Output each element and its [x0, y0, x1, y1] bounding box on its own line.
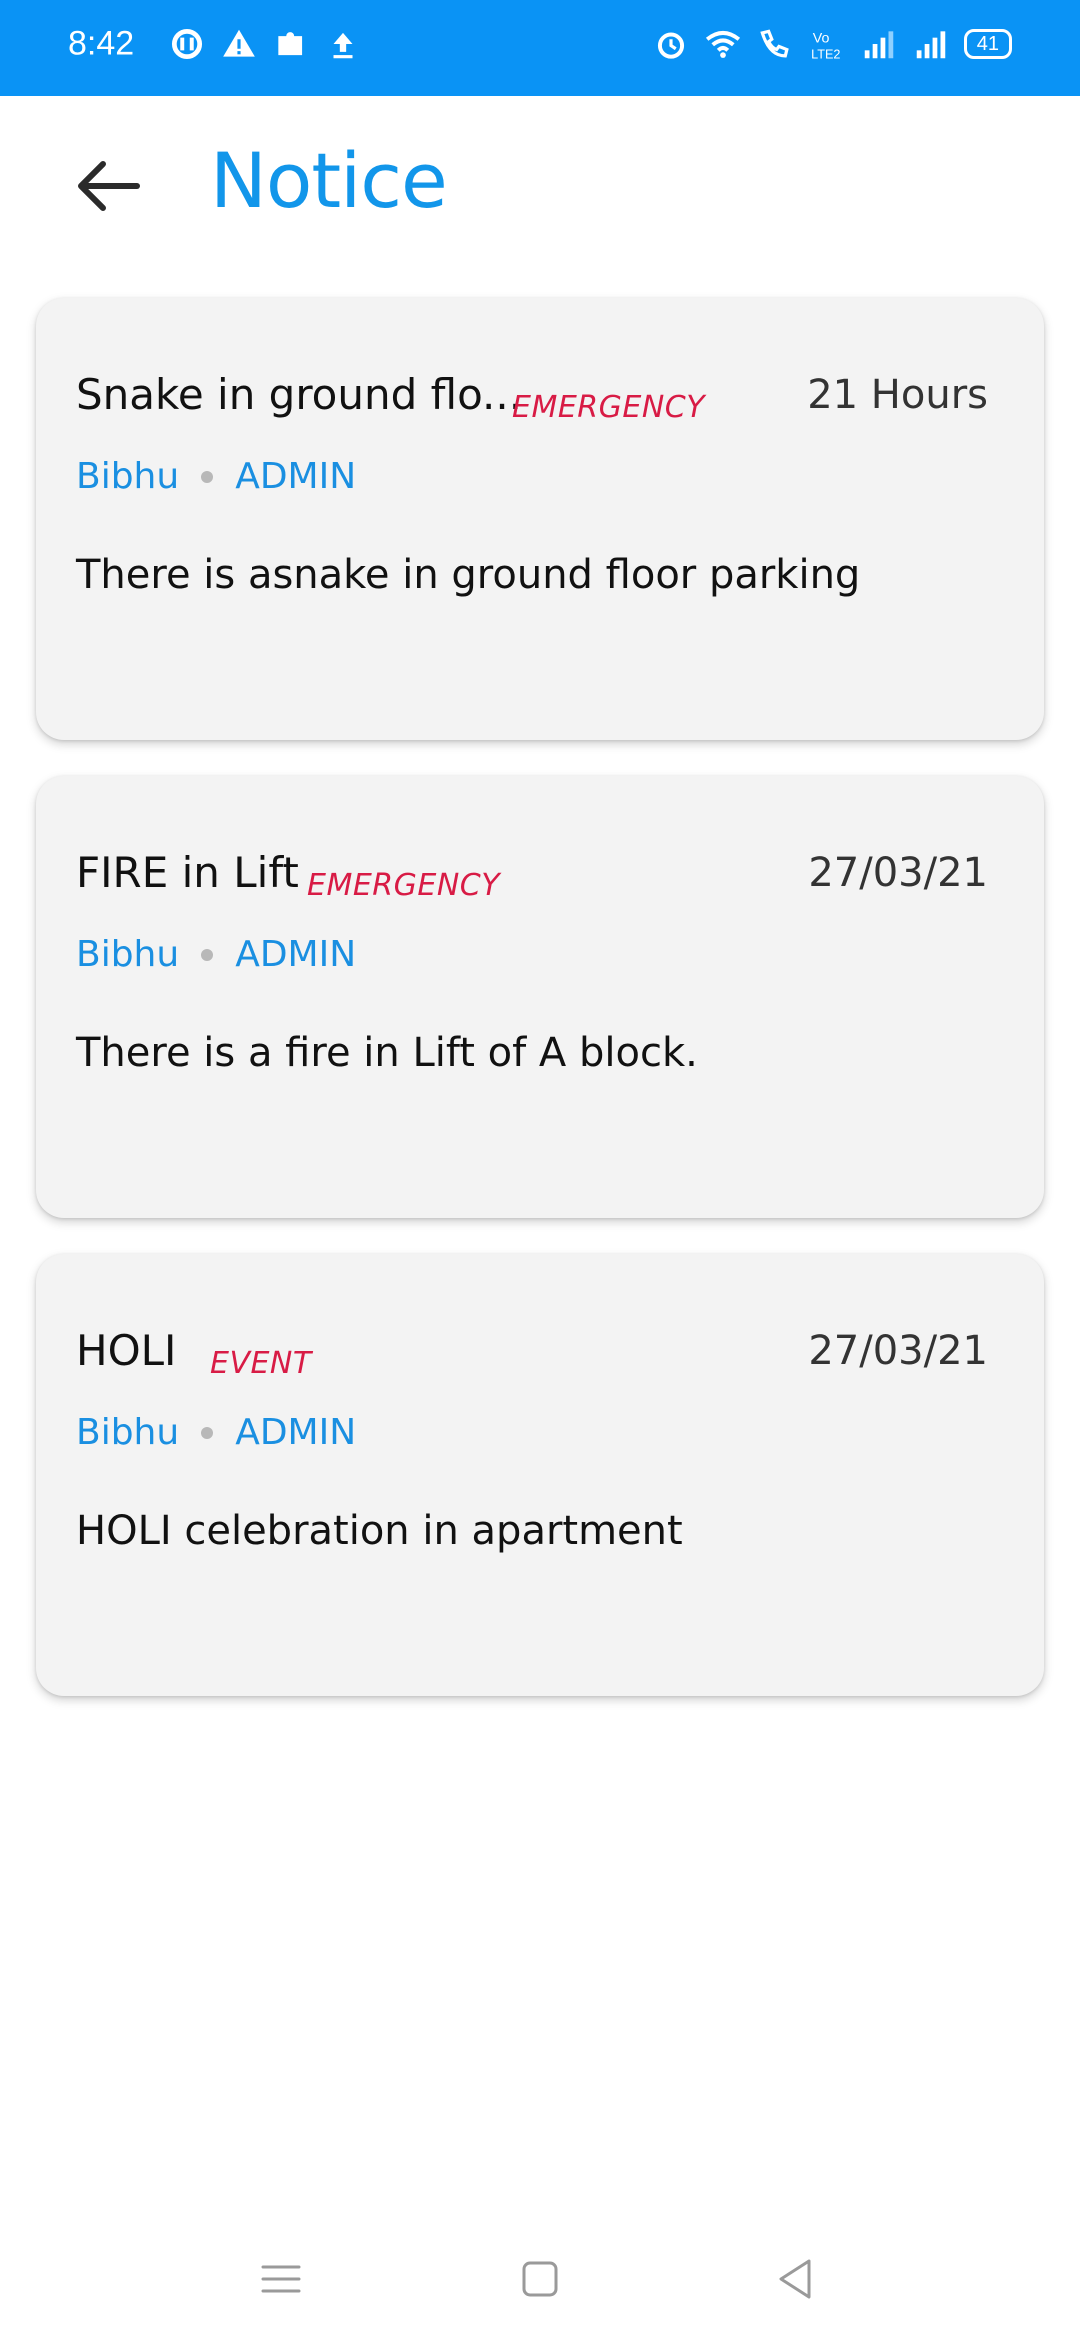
triangle-back-icon — [779, 2259, 811, 2299]
notice-meta: Bibhu ADMIN — [76, 1412, 356, 1453]
notice-title: FIRE in Lift — [76, 848, 299, 897]
notice-card[interactable]: Snake in ground flo... EMERGENCY 21 Hour… — [36, 298, 1044, 740]
menu-button[interactable] — [246, 2244, 316, 2314]
separator-dot — [201, 1426, 214, 1439]
notice-author: Bibhu — [76, 456, 180, 497]
home-button[interactable] — [505, 2244, 575, 2314]
back-button[interactable] — [68, 146, 148, 226]
signal-icon — [916, 31, 945, 59]
notice-time: 21 Hours — [807, 372, 988, 418]
app-bar: Notice — [0, 96, 1080, 266]
warning-icon — [223, 29, 255, 57]
sync-icon — [171, 28, 203, 60]
status-icons-right: Vo LTE2 41 — [652, 25, 1012, 63]
notice-list: Snake in ground flo... EMERGENCY 21 Hour… — [36, 298, 1044, 1732]
system-nav-bar — [0, 2220, 1080, 2340]
notice-body: HOLI celebration in apartment — [76, 1508, 683, 1554]
svg-text:LTE2: LTE2 — [811, 47, 840, 61]
page-title: Notice — [210, 136, 448, 225]
svg-text:Vo: Vo — [813, 30, 830, 46]
wifi-icon — [705, 30, 740, 58]
notice-time: 27/03/21 — [808, 850, 988, 896]
notice-title: HOLI — [76, 1326, 177, 1375]
battery-indicator: 41 — [963, 29, 1012, 59]
menu-icon — [261, 2265, 301, 2293]
status-bar: 8:42 Vo LTE2 41 — [0, 0, 1080, 96]
signal-icon — [864, 31, 893, 59]
upload-icon — [333, 32, 353, 59]
notice-body: There is a fire in Lift of A block. — [76, 1030, 698, 1076]
arrow-left-icon — [78, 161, 140, 211]
notice-tag: EMERGENCY — [307, 868, 501, 903]
separator-dot — [201, 470, 214, 483]
notice-tag: EVENT — [210, 1346, 312, 1381]
notice-role: ADMIN — [235, 934, 357, 975]
notice-card[interactable]: FIRE in Lift EMERGENCY 27/03/21 Bibhu AD… — [36, 776, 1044, 1218]
notice-role: ADMIN — [235, 456, 357, 497]
puzzle-icon — [278, 32, 303, 56]
volte-icon: Vo LTE2 — [811, 30, 840, 61]
square-icon — [522, 2261, 558, 2297]
notice-author: Bibhu — [76, 1412, 180, 1453]
notice-title: Snake in ground flo... — [76, 370, 523, 419]
back-nav-button[interactable] — [760, 2244, 830, 2314]
notice-tag: EMERGENCY — [512, 390, 706, 425]
status-icons-left — [168, 25, 362, 63]
notice-role: ADMIN — [235, 1412, 357, 1453]
notice-card[interactable]: HOLI EVENT 27/03/21 Bibhu ADMIN HOLI cel… — [36, 1254, 1044, 1696]
notice-author: Bibhu — [76, 934, 180, 975]
notice-meta: Bibhu ADMIN — [76, 934, 356, 975]
alarm-icon — [657, 32, 684, 59]
separator-dot — [201, 948, 214, 961]
notice-time: 27/03/21 — [808, 1328, 988, 1374]
notice-body: There is asnake in ground floor parking — [76, 552, 861, 598]
notice-meta: Bibhu ADMIN — [76, 456, 356, 497]
wifi-calling-icon — [760, 29, 789, 58]
status-time: 8:42 — [68, 24, 135, 63]
